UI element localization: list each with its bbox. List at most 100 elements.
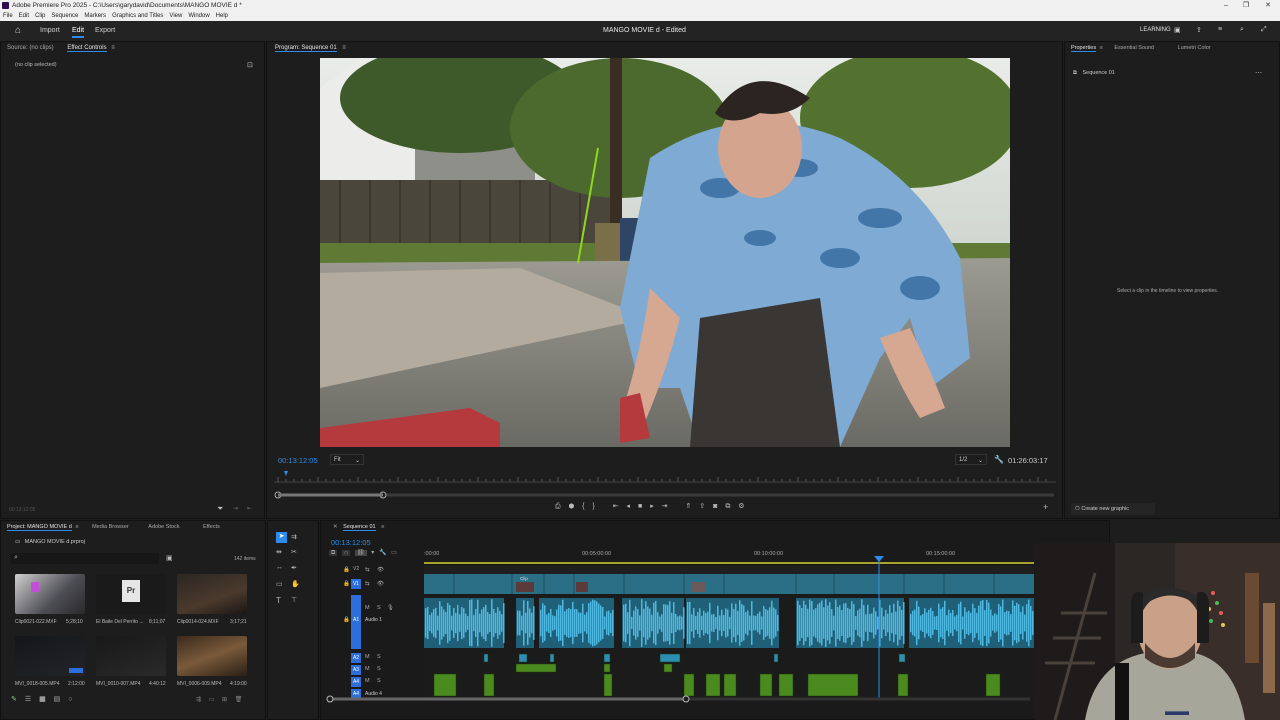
mute-icon[interactable]: M [365, 678, 370, 684]
go-to-out-icon[interactable]: ⇥ [662, 503, 668, 510]
wrench-icon[interactable]: 🔧 [994, 455, 1004, 464]
tab-media-browser[interactable]: Media Browser [92, 524, 129, 530]
timeline-timecode[interactable]: 00:13:12:05 [331, 538, 371, 547]
resolution-dropdown[interactable]: 1/2 ⌄ [955, 454, 987, 465]
timeline-scrollbar[interactable] [324, 694, 1034, 704]
sync-lock-icon[interactable]: ⇆ [365, 567, 370, 573]
filter-icon[interactable]: ⏷ [217, 504, 223, 514]
new-bin-icon[interactable]: ▣ [166, 554, 173, 562]
home-icon[interactable]: ⌂ [15, 25, 21, 36]
learning-workspace[interactable]: LEARNING [1140, 27, 1171, 33]
more-options-icon[interactable]: ⋯ [1255, 69, 1262, 77]
pen-icon[interactable]: ✒ [291, 564, 297, 572]
mute-icon[interactable]: M [365, 605, 370, 611]
new-bin-footer-icon[interactable]: ▭ [209, 697, 215, 703]
tab-essential-sound[interactable]: Essential Sound [1114, 45, 1154, 51]
menu-view[interactable]: View [166, 11, 185, 21]
menu-window[interactable]: Window [185, 11, 212, 21]
tab-edit[interactable]: Edit [72, 27, 85, 38]
snap-icon[interactable]: ∩ [341, 550, 351, 556]
audio-clip[interactable] [603, 663, 611, 673]
step-forward-icon[interactable]: ▸ [650, 503, 654, 510]
mark-out-icon[interactable]: } [592, 503, 594, 510]
vertical-type-icon[interactable]: ⊤ [291, 596, 297, 604]
icon-view-icon[interactable]: ▦ [39, 696, 46, 703]
mute-icon[interactable]: M [365, 666, 370, 672]
clip-thumbnail-2[interactable]: Pr [96, 574, 166, 614]
audio-clip[interactable] [898, 653, 906, 663]
mic-icon[interactable]: 🎙 [387, 605, 394, 611]
project-menu-icon[interactable]: ≡ [75, 524, 78, 530]
timeline-settings-icon[interactable]: 🔧 [379, 550, 386, 556]
tab-source[interactable]: Source: (no clips) [7, 45, 54, 51]
audio-clip[interactable] [433, 673, 457, 697]
scroll-start-handle[interactable] [326, 695, 334, 703]
search-icon[interactable]: ⌕ [1240, 26, 1244, 34]
track-v1-label[interactable]: V1 [351, 579, 361, 589]
sync-lock-icon[interactable]: ⇆ [365, 581, 370, 587]
tab-adobe-stock[interactable]: Adobe Stock [148, 524, 179, 530]
tab-effect-controls[interactable]: Effect Controls [67, 45, 107, 52]
add-marker-icon[interactable]: ▾ [371, 550, 374, 556]
stop-icon[interactable]: ■ [638, 503, 642, 510]
nest-icon[interactable]: ⧉ [329, 550, 338, 556]
linked-selection-icon[interactable]: ⛓ [354, 550, 367, 556]
clip-thumbnail-4[interactable] [15, 636, 85, 676]
tab-export[interactable]: Export [95, 27, 115, 34]
ripple-edit-icon[interactable]: ⇹ [276, 548, 282, 556]
fit-dropdown[interactable]: Fit ⌄ [330, 454, 364, 465]
lift-icon[interactable]: ⇑ [685, 503, 691, 510]
settings-icon[interactable]: ⚙ [738, 503, 744, 510]
audio-clip[interactable] [659, 653, 681, 663]
audio-clip[interactable] [778, 673, 794, 697]
solo-icon[interactable]: S [377, 666, 381, 672]
lock-icon[interactable]: 🔒 [343, 567, 350, 573]
tab-properties[interactable]: Properties [1071, 45, 1097, 52]
track-a2-label[interactable]: A2 [351, 653, 361, 663]
program-playhead[interactable] [284, 471, 288, 476]
layout-icon[interactable]: ▣ [1174, 26, 1181, 34]
selection-tool-icon[interactable]: ➤ [276, 532, 287, 543]
go-to-in-icon[interactable]: ⇤ [613, 503, 619, 510]
audio-clip[interactable] [807, 673, 859, 697]
type-tool-icon[interactable]: T [276, 596, 281, 605]
trash-icon[interactable]: 🗑 [235, 697, 243, 703]
track-a4-label[interactable]: A4 [351, 677, 361, 687]
mark-in-icon[interactable]: { [582, 503, 584, 510]
tab-sequence[interactable]: Sequence 01 [343, 524, 376, 531]
timeline-menu-icon[interactable]: ≡ [381, 524, 384, 530]
tab-program[interactable]: Program: Sequence 01 [275, 45, 337, 52]
tab-effects[interactable]: Effects [203, 524, 220, 530]
tab-project[interactable]: Project: MANGO MOVIE d [7, 524, 72, 531]
solo-icon[interactable]: S [377, 605, 381, 611]
close-tab-icon[interactable]: ✕ [333, 524, 338, 530]
track-a3-label[interactable]: A3 [351, 665, 361, 675]
audio-clip[interactable] [723, 673, 737, 697]
new-item-icon[interactable]: ⊞ [222, 697, 227, 703]
export-frame-icon[interactable]: ⎙ [555, 503, 561, 510]
menu-help[interactable]: Help [213, 11, 231, 21]
audio-clip[interactable] [515, 663, 557, 673]
audio-clip[interactable] [483, 653, 489, 663]
program-mini-timeline[interactable] [274, 468, 1056, 500]
list-view-icon[interactable]: ☰ [25, 696, 31, 703]
audio-clip[interactable] [683, 673, 695, 697]
pencil-icon[interactable]: ✎ [11, 696, 17, 703]
audio-clip[interactable] [603, 673, 613, 697]
step-back-icon[interactable]: ◂ [627, 503, 631, 510]
zoom-slider-icon[interactable]: ○ [68, 696, 72, 703]
tab-import[interactable]: Import [40, 27, 60, 34]
solo-icon[interactable]: S [377, 654, 381, 660]
eye-icon[interactable]: 👁 [377, 581, 384, 587]
program-video-frame[interactable] [320, 58, 1010, 447]
go-in-icon[interactable]: ⇥ [233, 505, 238, 512]
v1-clip-strip[interactable] [424, 574, 1034, 594]
solo-icon[interactable]: S [377, 678, 381, 684]
rectangle-icon[interactable]: ▭ [276, 580, 283, 588]
camera-icon[interactable]: ◙ [713, 503, 717, 510]
menu-icon[interactable]: ≡ [1218, 26, 1222, 33]
track-select-icon[interactable]: ⇉ [291, 533, 297, 541]
scroll-end-handle[interactable] [682, 695, 690, 703]
audio-clip[interactable] [985, 673, 1001, 697]
go-out-icon[interactable]: ⇤ [247, 505, 252, 512]
